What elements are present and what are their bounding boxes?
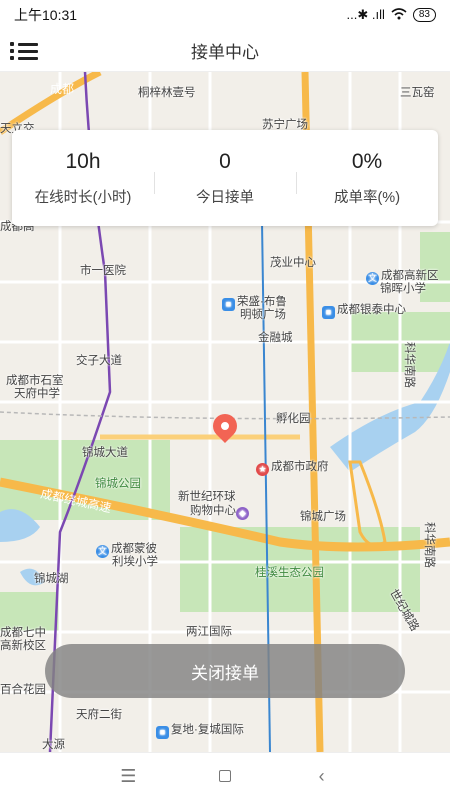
menu-list-icon[interactable] [10, 39, 38, 63]
map-label: 交子大道 [76, 355, 122, 367]
stat-value: 0 [219, 149, 231, 173]
stat-value: 0% [351, 149, 383, 173]
map-label: 大源 [42, 739, 65, 751]
building-icon: ■ [222, 298, 235, 311]
map-label: 科华南路 [423, 522, 435, 568]
map-label: 三瓦窑 [400, 87, 435, 99]
recent-apps-icon[interactable]: ☰ [108, 766, 148, 787]
map-label: 高新校区 [0, 640, 46, 652]
signal-wifi-icon: ...✱ .ıll [346, 7, 385, 22]
map-label: ■ 成都银泰中心 [322, 301, 406, 319]
map-label: ■ 复地·复城国际 [156, 721, 244, 739]
stat-label: 成单率(%) [333, 189, 401, 206]
stat-value: 10h [65, 149, 101, 173]
government-icon: ★ [256, 463, 269, 476]
close-orders-button[interactable]: 关闭接单 [45, 644, 405, 698]
stat-label: 在线时长(小时) [34, 189, 132, 206]
wifi-icon [391, 7, 407, 23]
map-label: 孵化园 [276, 413, 311, 425]
map-label: 锦城广场 [300, 511, 346, 523]
map-label: 成都 [50, 82, 75, 96]
app-header: 接单中心 [0, 30, 450, 72]
page-title: 接单中心 [191, 43, 259, 62]
map-label: 茂业中心 [270, 257, 316, 269]
map-label: 金融城 [258, 332, 293, 344]
stats-card: 10h 在线时长(小时) 0 今日接单 0% 成单率(%) [12, 130, 438, 226]
system-nav-bar: ☰ ‹ [0, 752, 450, 800]
map-label: 锦城大道 [82, 447, 128, 459]
building-icon: ■ [156, 726, 169, 739]
map-label: 利埃小学 [112, 556, 158, 568]
map-label: 明顿广场 [240, 309, 286, 321]
school-icon: 文 [366, 272, 379, 285]
school-icon: 文 [96, 545, 109, 558]
map-label: 科华南路 [403, 342, 415, 388]
stat-label: 今日接单 [196, 189, 254, 206]
building-icon: ■ [322, 306, 335, 319]
map-label: 锦城湖 [34, 573, 69, 585]
map-label: 天府中学 [14, 388, 60, 400]
stat-success-rate: 0% 成单率(%) [296, 150, 438, 207]
map-label: 百合花园 [0, 684, 46, 696]
stat-online-hours: 10h 在线时长(小时) [12, 150, 154, 207]
stat-today-orders: 0 今日接单 [154, 150, 296, 207]
map-label: 锦城公园 [95, 478, 141, 490]
map-label: 桂溪生态公园 [255, 567, 324, 579]
map-label: ★ 成都市政府 [256, 458, 329, 476]
map-label: 两江国际 [186, 626, 232, 638]
map-label: 购物中心 ◆ [190, 502, 251, 520]
home-icon[interactable] [205, 766, 245, 787]
shopping-icon: ◆ [236, 507, 249, 520]
map-label: 天府二街 [76, 709, 122, 721]
status-bar: 上午10:31 ...✱ .ıll 83 [0, 0, 450, 30]
map-label: 桐梓林壹号 [138, 87, 196, 99]
back-icon[interactable]: ‹ [302, 766, 342, 787]
battery-indicator: 83 [412, 8, 436, 22]
map-label: 锦晖小学 [380, 283, 426, 295]
status-icons: ...✱ .ıll 83 [347, 7, 436, 23]
status-time: 上午10:31 [14, 7, 78, 23]
map-label: 市一医院 [80, 265, 126, 277]
